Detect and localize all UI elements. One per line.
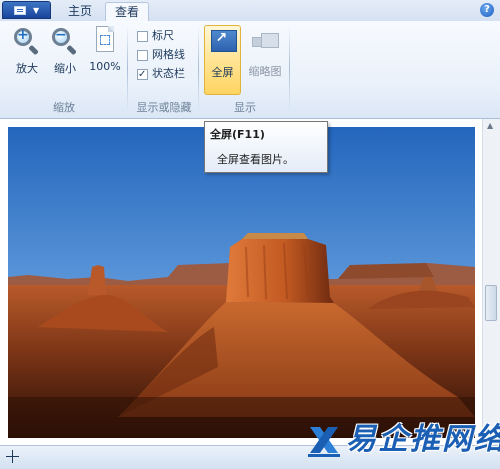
chevron-down-icon: ▼ — [33, 6, 40, 15]
desert-landscape-image — [8, 127, 475, 438]
tooltip-title: 全屏(F11) — [210, 128, 265, 141]
ruler-checkbox-box[interactable] — [137, 30, 148, 42]
tooltip-description: 全屏查看图片。 — [217, 153, 294, 166]
ruler-checkbox[interactable]: 标尺 — [137, 28, 174, 44]
zoom-group-label: 缩放 — [53, 101, 75, 114]
group-divider — [289, 25, 290, 112]
watermark-text: 易企推网络 — [346, 422, 500, 457]
watermark-logo-icon — [308, 427, 340, 457]
document-icon — [14, 6, 26, 15]
scrollbar-thumb[interactable] — [485, 285, 497, 321]
ribbon-panel: + 放大 − 缩小 100% 缩放 标尺 网格线 状态栏 显示或隐藏 — [0, 21, 500, 119]
status-bar-label: 状态栏 — [152, 67, 185, 80]
show-hide-group: 标尺 网格线 状态栏 显示或隐藏 — [129, 21, 199, 118]
tab-view[interactable]: 查看 — [105, 2, 149, 22]
zoom-in-label: 放大 — [16, 62, 38, 75]
ribbon-tab-bar: ▼ 主页 查看 ? — [0, 0, 500, 22]
actual-size-label: 100% — [89, 60, 121, 73]
show-hide-group-label: 显示或隐藏 — [136, 101, 192, 114]
gridlines-checkbox-box[interactable] — [137, 49, 148, 61]
zoom-group: + 放大 − 缩小 100% 缩放 — [0, 21, 128, 118]
zoom-out-button[interactable]: − 缩小 — [46, 24, 84, 80]
full-screen-icon — [208, 28, 238, 58]
display-group: 全屏 缩略图 显示 — [200, 21, 290, 118]
vertical-scrollbar[interactable]: ▲ ▼ — [482, 119, 500, 445]
group-divider — [127, 25, 128, 112]
full-screen-button[interactable]: 全屏 — [204, 25, 241, 95]
gridlines-checkbox[interactable]: 网格线 — [137, 47, 185, 63]
thumbnail-icon — [250, 27, 280, 57]
display-group-label: 显示 — [234, 101, 256, 114]
help-icon[interactable]: ? — [480, 3, 494, 17]
zoom-out-label: 缩小 — [54, 62, 76, 75]
group-divider — [198, 25, 199, 112]
desert-photo — [8, 127, 475, 438]
zoom-in-button[interactable]: + 放大 — [8, 24, 46, 80]
paint-menu-button[interactable]: ▼ — [2, 1, 51, 19]
ruler-label: 标尺 — [152, 29, 174, 42]
status-bar-checkbox-box[interactable] — [137, 67, 148, 83]
zoom-out-icon: − — [50, 26, 80, 56]
tab-home[interactable]: 主页 — [58, 2, 102, 21]
thumbnail-button[interactable]: 缩略图 — [244, 25, 286, 81]
gridlines-label: 网格线 — [152, 48, 185, 61]
status-bar-checkbox[interactable]: 状态栏 — [137, 66, 185, 83]
full-screen-label: 全屏 — [211, 66, 234, 79]
move-cursor-icon — [6, 450, 19, 463]
full-screen-tooltip: 全屏(F11) 全屏查看图片。 — [204, 121, 328, 173]
scroll-up-icon[interactable]: ▲ — [487, 121, 493, 130]
zoom-in-icon: + — [12, 26, 42, 56]
actual-size-button[interactable]: 100% — [86, 24, 124, 80]
thumbnail-label: 缩略图 — [248, 65, 282, 78]
actual-size-icon — [90, 26, 120, 56]
